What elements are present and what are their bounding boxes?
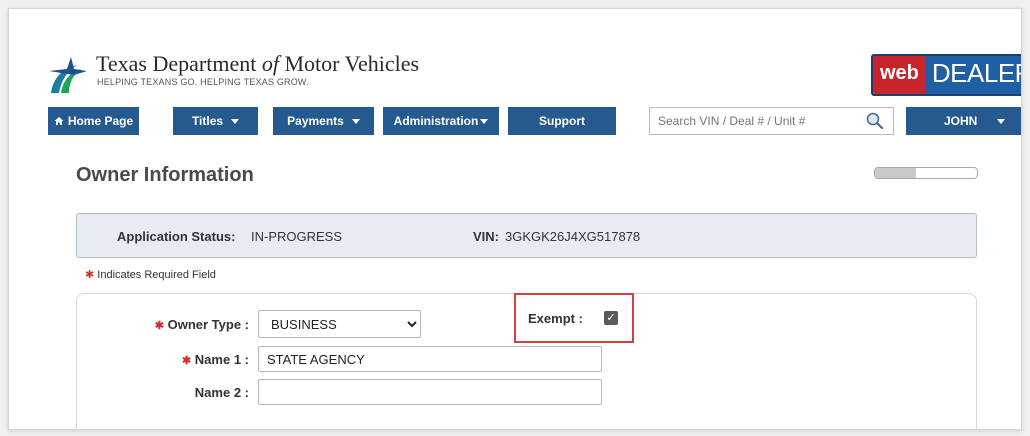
application-status-value: IN-PROGRESS [251, 229, 343, 244]
search-icon[interactable] [865, 111, 885, 131]
name2-label: Name 2 : [195, 385, 249, 400]
nav-support-label: Support [539, 114, 585, 128]
name2-label-text: Name 2 : [194, 385, 249, 400]
nav-home-label: Home Page [67, 114, 134, 128]
progress-bar [874, 167, 978, 179]
app-window: Texas Department of Motor Vehicles HELPI… [8, 8, 1022, 430]
page-title: Owner Information [76, 164, 254, 186]
webdealer-web-text: web [873, 56, 926, 94]
site-header: Texas Department of Motor Vehicles HELPI… [9, 9, 1021, 109]
progress-bar-fill [875, 168, 916, 178]
search-input[interactable] [650, 113, 865, 129]
chevron-down-icon [997, 118, 1006, 124]
vin-label: VIN: [473, 229, 499, 244]
required-note-text: Indicates Required Field [97, 269, 216, 281]
search-box [649, 107, 894, 135]
nav-titles-label: Titles [191, 114, 224, 128]
webdealer-dealer-text: DEALER [925, 56, 1021, 94]
exempt-highlight: Exempt : ✓ [514, 293, 634, 343]
required-asterisk-icon: ✱ [85, 269, 95, 281]
nav-administration-label: Administration [393, 114, 479, 128]
nav-support[interactable]: Support [508, 107, 616, 135]
nav-payments-label: Payments [287, 114, 344, 128]
application-status-panel: Application Status: IN-PROGRESS VIN: 3GK… [76, 213, 977, 258]
user-menu-button[interactable]: JOHN [906, 107, 1021, 135]
application-status-label: Application Status: [117, 229, 236, 244]
chevron-down-icon [351, 118, 360, 124]
main-nav: Home Page Titles Payments Administration… [9, 107, 1021, 137]
webdealer-logo: web DEALER [871, 54, 1021, 96]
name1-input[interactable] [258, 346, 602, 372]
chevron-down-icon [480, 118, 489, 124]
nav-titles[interactable]: Titles [173, 107, 258, 135]
brand-title: Texas Department of Motor Vehicles [96, 51, 420, 76]
required-asterisk-icon: ✱ [181, 355, 192, 367]
chevron-down-icon [231, 118, 240, 124]
name1-label-text: Name 1 : [194, 352, 249, 367]
brand-tagline: HELPING TEXANS GO. HELPING TEXAS GROW. [97, 77, 309, 87]
owner-type-label-text: Owner Type : [167, 317, 249, 332]
owner-type-label: ✱ Owner Type : [155, 317, 249, 332]
nav-administration[interactable]: Administration [383, 107, 499, 135]
required-field-note: ✱ Indicates Required Field [85, 268, 216, 281]
name2-input[interactable] [258, 379, 602, 405]
exempt-checkbox[interactable]: ✓ [604, 311, 618, 325]
exempt-label: Exempt : [528, 311, 583, 326]
owner-type-select[interactable]: BUSINESS [258, 310, 421, 338]
nav-payments[interactable]: Payments [273, 107, 374, 135]
user-name: JOHN [944, 114, 978, 128]
txdmv-logo-icon [49, 57, 87, 93]
home-icon [54, 117, 64, 125]
required-asterisk-icon: ✱ [154, 320, 164, 332]
nav-home-page[interactable]: Home Page [48, 107, 139, 135]
vin-value: 3GKGK26J4XG517878 [505, 229, 641, 244]
name1-label: ✱ Name 1 : [182, 352, 249, 367]
